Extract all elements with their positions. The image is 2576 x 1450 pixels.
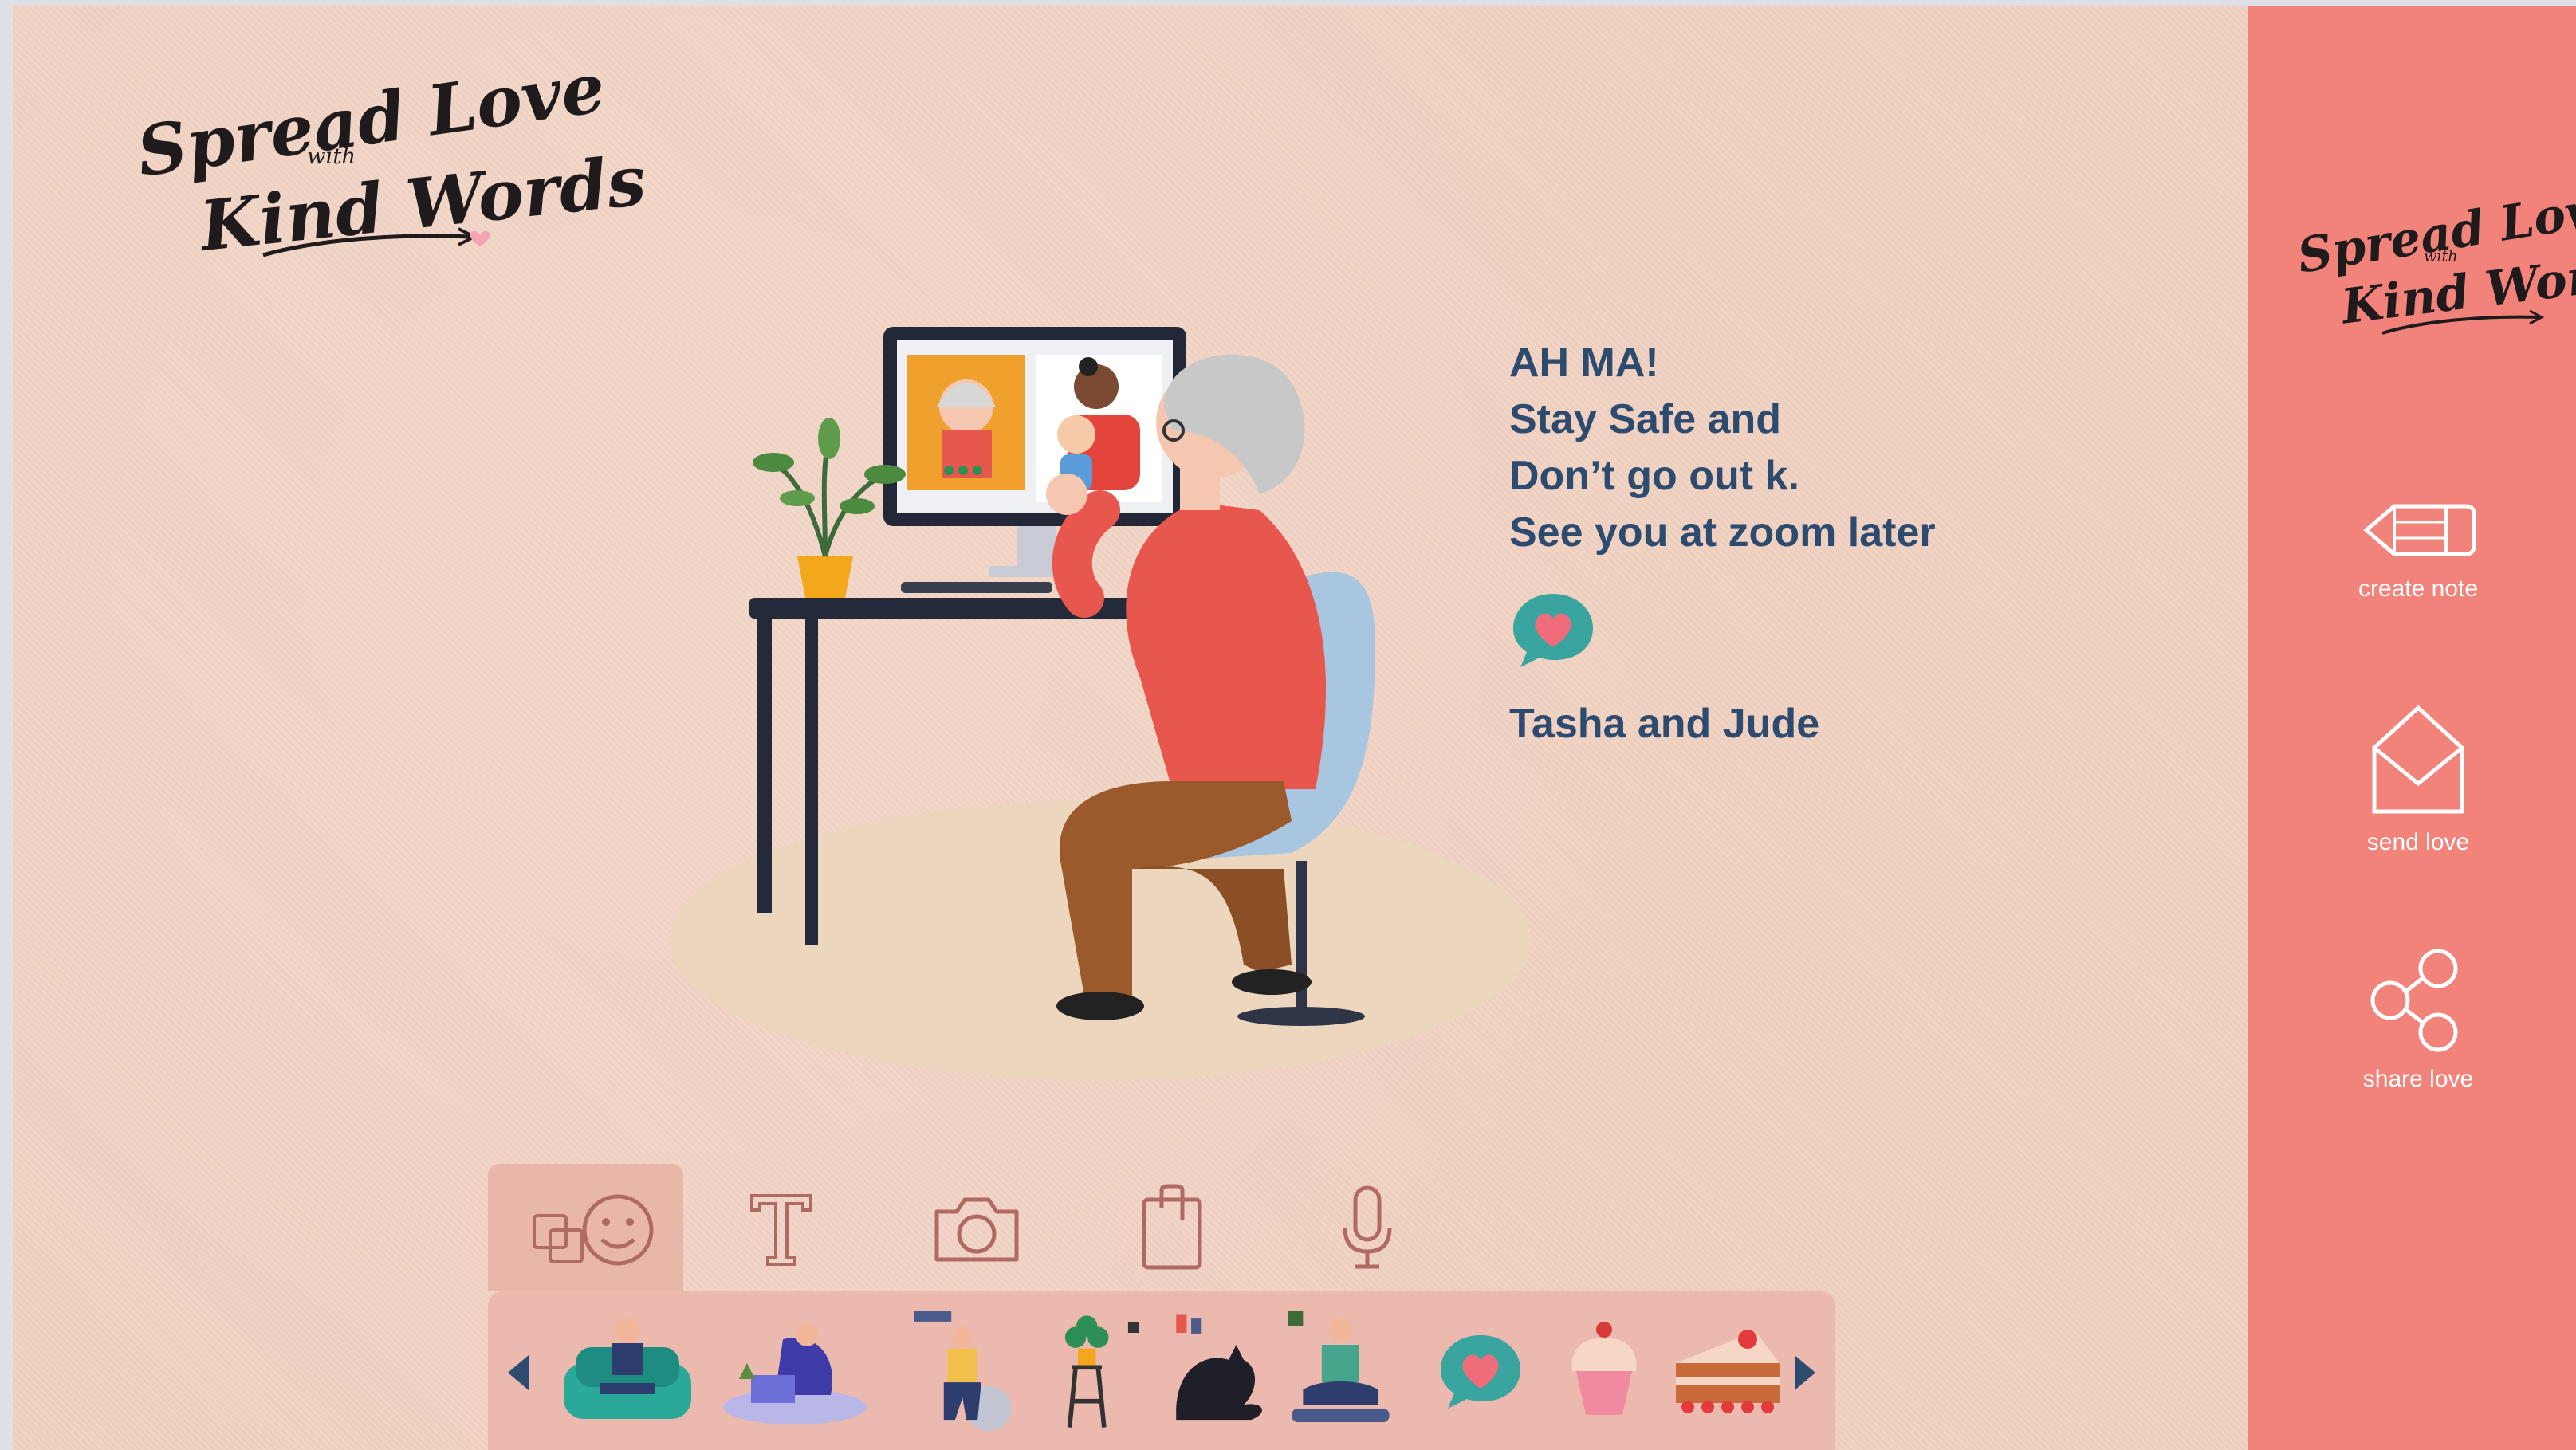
stickers-tool-button[interactable] <box>488 1164 683 1291</box>
text-icon <box>749 1194 812 1266</box>
sticker-prev-arrow-icon[interactable] <box>508 1355 529 1390</box>
black-cat-sticker[interactable] <box>1158 1307 1277 1435</box>
message-signature: Tasha and Jude <box>1509 701 1820 747</box>
editor-toolbar <box>488 1164 1835 1291</box>
heart-bubble-sticker[interactable] <box>1437 1307 1524 1435</box>
send-love-button[interactable]: send love <box>2318 700 2518 856</box>
plant-stand-sticker[interactable] <box>1046 1307 1158 1435</box>
text-tool-button[interactable] <box>683 1164 879 1291</box>
logo-text-with: with <box>307 143 356 169</box>
woman-exercise-ball-sticker[interactable] <box>903 1307 1030 1435</box>
man-yoga-sticker[interactable] <box>1269 1307 1397 1435</box>
sticker-tray <box>488 1291 1835 1450</box>
logo-arrow-underline <box>262 227 490 257</box>
clipboard-tool-button[interactable] <box>1074 1164 1269 1291</box>
share-icon <box>2370 949 2458 1052</box>
sidebar-logo-arrow-underline <box>2381 309 2545 335</box>
cupcake-sticker[interactable] <box>1560 1307 1648 1435</box>
video-call-illustration <box>670 327 1531 1080</box>
camera-icon <box>934 1197 1018 1262</box>
create-note-label: create note <box>2358 576 2479 602</box>
message-line-2: Stay Safe and <box>1509 396 1782 442</box>
note-message: AH MA! Stay Safe and Don’t go out k. See… <box>1509 335 2067 753</box>
sidebar-spread-love-logo: Spread Love with Kind Words <box>2294 178 2576 347</box>
microphone-icon <box>1343 1185 1391 1269</box>
share-love-label: share love <box>2362 1066 2474 1092</box>
pencil-icon <box>2363 504 2476 556</box>
camera-tool-button[interactable] <box>879 1164 1074 1291</box>
message-line-3: Don’t go out k. <box>1509 453 1799 499</box>
voice-tool-button[interactable] <box>1269 1164 1465 1291</box>
sidebar-logo-text-with: with <box>2424 247 2458 265</box>
envelope-icon <box>2372 705 2464 814</box>
message-line-1: AH MA! <box>1509 340 1659 386</box>
strawberry-cake-sticker[interactable] <box>1668 1307 1787 1435</box>
message-line-4: See you at zoom later <box>1509 509 1936 556</box>
share-love-button[interactable]: share love <box>2318 945 2518 1093</box>
woman-with-laptop-sticker[interactable] <box>719 1307 871 1435</box>
create-note-button[interactable]: create note <box>2318 494 2518 603</box>
spread-love-logo: Spread Love with Kind Words <box>132 47 650 279</box>
clipboard-icon <box>1142 1184 1201 1270</box>
heart-speech-bubble-icon <box>1513 594 1593 667</box>
woman-on-sofa-sticker[interactable] <box>556 1307 699 1435</box>
sticker-smiley-icon <box>532 1194 653 1266</box>
sticker-next-arrow-icon[interactable] <box>1795 1355 1815 1390</box>
send-love-label: send love <box>2366 829 2470 855</box>
